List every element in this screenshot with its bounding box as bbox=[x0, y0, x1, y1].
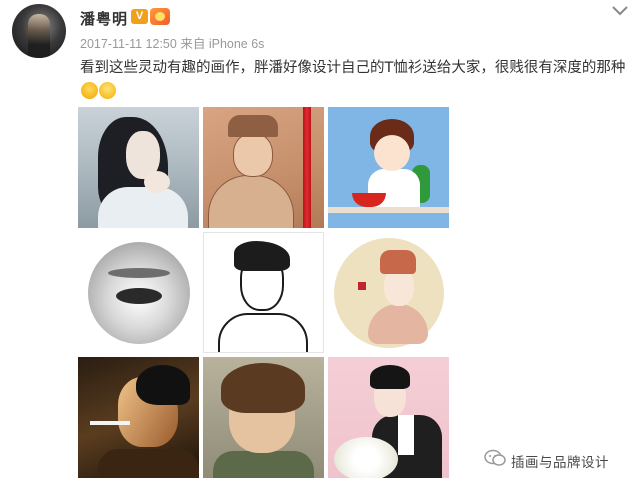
member-level-icon[interactable] bbox=[150, 8, 170, 25]
photo-1[interactable] bbox=[78, 107, 199, 228]
wechat-icon bbox=[484, 449, 506, 467]
post-timestamp[interactable]: 2017-11-11 12:50 bbox=[80, 37, 177, 51]
post-source-device: iPhone 6s bbox=[208, 37, 265, 51]
verified-badge-icon: V bbox=[131, 9, 148, 24]
post-meta: 2017-11-11 12:50 来自 iPhone 6s bbox=[80, 33, 264, 52]
post-body: 看到这些灵动有趣的画作，胖潘好像设计自己的T恤衫送给大家，很贱很有深度的那种 bbox=[80, 60, 626, 76]
photo-2[interactable] bbox=[203, 107, 324, 228]
photo-6[interactable] bbox=[328, 232, 449, 353]
photo-5[interactable] bbox=[203, 232, 324, 353]
photo-8[interactable] bbox=[203, 357, 324, 478]
chevron-down-icon[interactable] bbox=[610, 4, 630, 18]
photo-9[interactable] bbox=[328, 357, 449, 478]
photo-4[interactable] bbox=[78, 232, 199, 353]
watermark-text: 插画与品牌设计 bbox=[511, 455, 609, 471]
photo-3[interactable] bbox=[328, 107, 449, 228]
post-source-prefix: 来自 bbox=[180, 37, 206, 51]
post-text: 看到这些灵动有趣的画作，胖潘好像设计自己的T恤衫送给大家，很贱很有深度的那种 bbox=[80, 56, 628, 104]
avatar[interactable] bbox=[12, 4, 66, 58]
smirk-emoji-icon bbox=[81, 82, 98, 99]
glasses-emoji-icon bbox=[99, 82, 116, 99]
username[interactable]: 潘粤明 bbox=[80, 8, 128, 29]
avatar-figure bbox=[28, 14, 50, 58]
photo-7[interactable] bbox=[78, 357, 199, 478]
